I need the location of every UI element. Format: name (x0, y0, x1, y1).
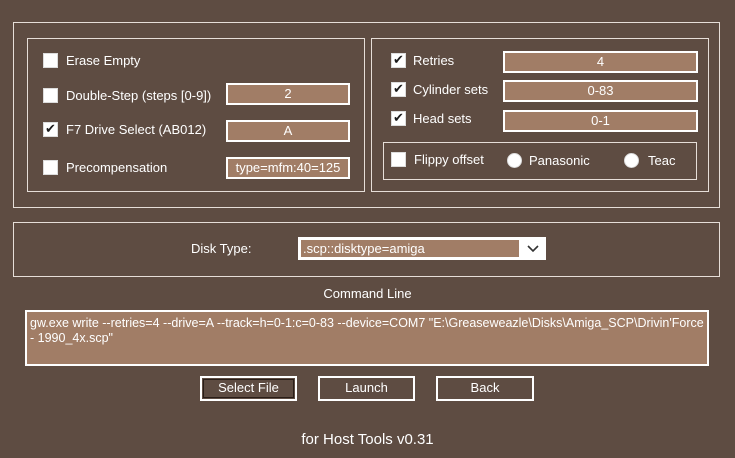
check-icon: ✔ (393, 82, 404, 97)
head-sets-input[interactable]: 0-1 (503, 110, 698, 132)
select-file-button-label: Select File (218, 380, 279, 395)
disk-type-label: Disk Type: (191, 241, 252, 256)
back-button-label: Back (470, 380, 500, 395)
flippy-offset-label: Flippy offset (414, 152, 484, 167)
retries-checkbox[interactable]: ✔ (391, 53, 406, 68)
double-step-label: Double-Step (steps [0-9]) (66, 88, 212, 103)
check-icon: ✔ (393, 111, 404, 126)
teac-radio[interactable] (624, 153, 639, 168)
footer-title: for Host Tools v0.31 (301, 431, 434, 448)
disk-type-selected-value: .scp::disktype=amiga (301, 240, 519, 257)
teac-label: Teac (648, 153, 676, 168)
back-button[interactable]: Back (436, 376, 534, 401)
erase-empty-label: Erase Empty (66, 53, 141, 68)
select-file-button[interactable]: Select File (200, 376, 297, 401)
precompensation-label: Precompensation (66, 160, 168, 175)
flippy-offset-checkbox[interactable] (391, 152, 406, 167)
panasonic-radio[interactable] (507, 153, 522, 168)
erase-empty-checkbox[interactable] (43, 53, 58, 68)
f7-drive-select-checkbox[interactable]: ✔ (43, 122, 58, 137)
retries-label: Retries (413, 53, 455, 68)
panasonic-label: Panasonic (529, 153, 590, 168)
retries-input[interactable]: 4 (503, 51, 698, 73)
check-icon: ✔ (45, 122, 56, 137)
disk-type-dropdown[interactable]: .scp::disktype=amiga (298, 237, 546, 260)
launch-button[interactable]: Launch (318, 376, 415, 401)
precompensation-checkbox[interactable] (43, 160, 58, 175)
double-step-checkbox[interactable] (43, 88, 58, 103)
chevron-down-icon[interactable] (521, 238, 545, 259)
f7-drive-select-label: F7 Drive Select (AB012) (66, 122, 207, 137)
head-sets-checkbox[interactable]: ✔ (391, 111, 406, 126)
precompensation-input[interactable]: type=mfm:40=125 (226, 157, 350, 179)
launch-button-label: Launch (345, 380, 388, 395)
command-line-label: Command Line (323, 286, 412, 301)
double-step-input[interactable]: 2 (226, 83, 350, 105)
command-line-textbox[interactable]: gw.exe write --retries=4 --drive=A --tra… (25, 310, 709, 366)
f7-drive-select-input[interactable]: A (226, 120, 350, 142)
cylinder-sets-checkbox[interactable]: ✔ (391, 82, 406, 97)
head-sets-label: Head sets (413, 111, 472, 126)
cylinder-sets-input[interactable]: 0-83 (503, 80, 698, 102)
check-icon: ✔ (393, 53, 404, 68)
cylinder-sets-label: Cylinder sets (413, 82, 489, 97)
